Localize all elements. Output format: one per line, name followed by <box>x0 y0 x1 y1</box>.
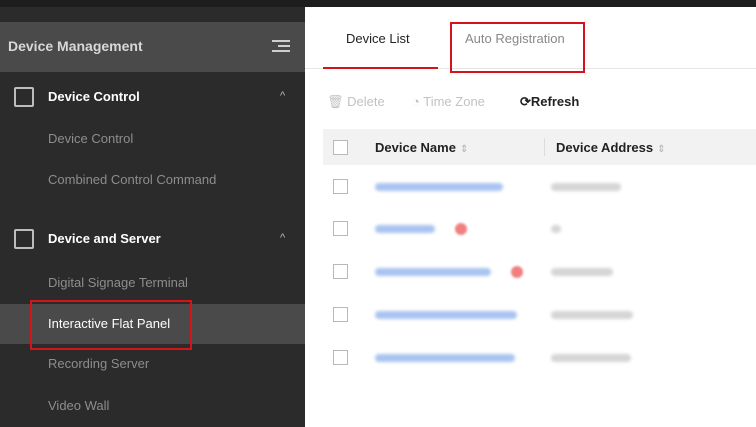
table-row[interactable] <box>323 166 756 208</box>
sidebar-item-video-wall[interactable]: Video Wall <box>0 386 305 426</box>
column-device-name-label: Device Name <box>375 140 456 155</box>
row-checkbox[interactable] <box>333 307 348 322</box>
sidebar-item-label: Device Control <box>48 131 134 146</box>
column-device-name[interactable]: Device Name ⇕ <box>375 140 468 155</box>
sidebar-item-label: Digital Signage Terminal <box>48 275 188 290</box>
table-header: Device Name ⇕ Device Address ⇕ <box>323 129 756 165</box>
device-name-blurred <box>375 268 491 276</box>
device-name-blurred <box>375 225 435 233</box>
sidebar-item-label: Video Wall <box>48 398 110 413</box>
sidebar-group-device-and-server[interactable]: Device and Server ^ <box>0 220 305 258</box>
sidebar-group-label: Device Control <box>48 89 140 104</box>
refresh-button[interactable]: ⟳Refresh <box>520 94 579 110</box>
select-all-checkbox[interactable] <box>333 140 348 155</box>
sidebar: Device Management Device Control ^ Devic… <box>0 7 305 427</box>
delete-button[interactable]: 🗑 Delete <box>327 94 385 110</box>
device-address-blurred <box>551 268 613 276</box>
device-address-blurred <box>551 354 631 362</box>
tab-device-list[interactable]: Device List <box>346 31 410 46</box>
highlight-box-interactive-flat-panel <box>30 300 192 350</box>
toolbar: 🗑 Delete ◔ Time Zone ⟳Refresh <box>305 91 756 113</box>
server-icon <box>14 229 34 249</box>
status-dot <box>455 223 467 235</box>
clock-icon: ◔ <box>412 94 420 109</box>
status-dot <box>511 266 523 278</box>
device-control-icon <box>14 87 34 107</box>
device-address-blurred <box>551 183 621 191</box>
column-device-address[interactable]: Device Address ⇕ <box>556 140 665 155</box>
sidebar-title: Device Management <box>8 38 143 54</box>
table-row[interactable] <box>323 294 756 336</box>
sidebar-item-device-control[interactable]: Device Control <box>0 119 305 159</box>
table-row[interactable] <box>323 251 756 293</box>
sidebar-group-device-control[interactable]: Device Control ^ <box>0 78 305 116</box>
highlight-box-auto-registration <box>450 22 585 73</box>
sort-icon: ⇕ <box>459 144 469 155</box>
chevron-up-icon: ^ <box>280 90 286 102</box>
column-device-address-label: Device Address <box>556 140 654 155</box>
sidebar-item-recording-server[interactable]: Recording Server <box>0 344 305 384</box>
table-row[interactable] <box>323 337 756 379</box>
top-bar <box>0 0 756 7</box>
device-address-blurred <box>551 225 561 233</box>
sidebar-item-label: Recording Server <box>48 356 150 371</box>
time-zone-label: Time Zone <box>423 94 485 109</box>
row-checkbox[interactable] <box>333 264 348 279</box>
row-checkbox[interactable] <box>333 179 348 194</box>
device-name-blurred <box>375 311 517 319</box>
device-name-blurred <box>375 354 515 362</box>
row-checkbox[interactable] <box>333 221 348 236</box>
column-divider <box>544 138 545 156</box>
time-zone-button[interactable]: ◔ Time Zone <box>412 94 485 109</box>
refresh-label: Refresh <box>530 94 580 109</box>
sidebar-item-combined-control-command[interactable]: Combined Control Command <box>0 160 305 200</box>
sidebar-item-label: Combined Control Command <box>48 172 217 187</box>
row-checkbox[interactable] <box>333 350 348 365</box>
chevron-up-icon: ^ <box>280 232 286 244</box>
sidebar-item-digital-signage-terminal[interactable]: Digital Signage Terminal <box>0 263 305 303</box>
device-address-blurred <box>551 311 633 319</box>
collapse-menu-icon[interactable] <box>272 38 290 54</box>
active-tab-indicator <box>323 67 438 69</box>
sidebar-group-label: Device and Server <box>48 231 161 246</box>
sidebar-header: Device Management <box>0 22 305 72</box>
table-row[interactable] <box>323 208 756 250</box>
sort-icon: ⇕ <box>657 144 666 155</box>
delete-label: Delete <box>347 94 385 109</box>
refresh-icon: ⟳ <box>520 94 531 109</box>
device-name-blurred <box>375 183 503 191</box>
trash-icon: 🗑 <box>327 94 344 109</box>
